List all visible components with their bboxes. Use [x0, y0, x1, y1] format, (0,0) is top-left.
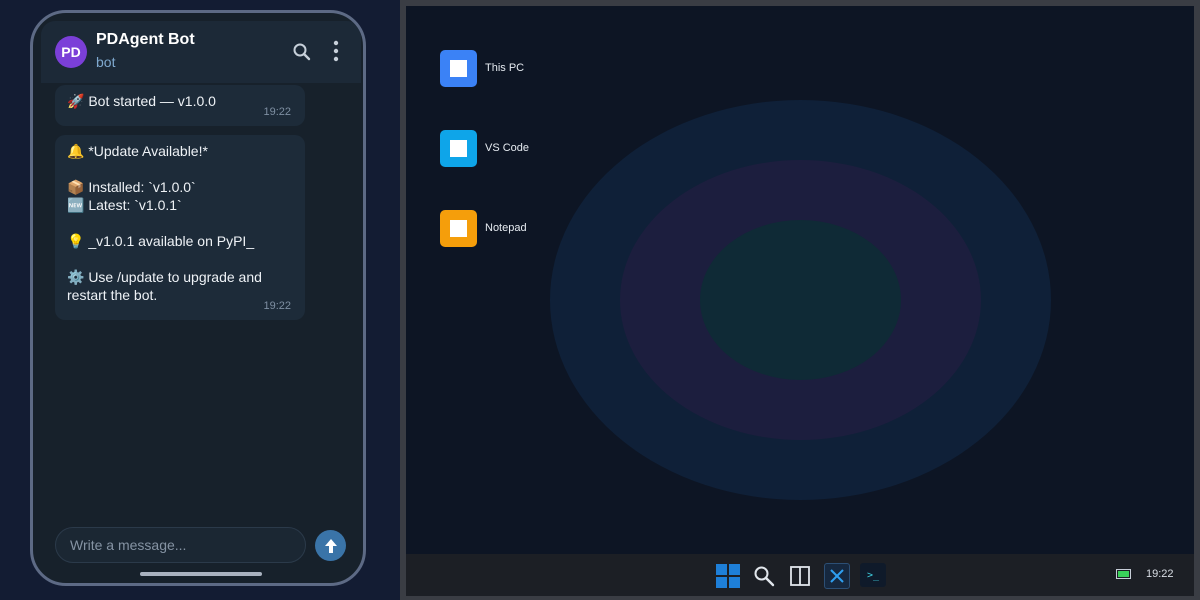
message-line [67, 250, 293, 268]
message-bubble[interactable]: 🔔 *Update Available!* 📦 Installed: `v1.0… [55, 135, 305, 320]
wallpaper-ring-inner [700, 220, 901, 380]
home-indicator[interactable] [140, 572, 262, 576]
search-icon[interactable] [291, 41, 313, 63]
message-line: 🆕 Latest: `v1.0.1` [67, 197, 182, 213]
desktop-icon-label: VS Code [485, 142, 530, 154]
chat-header: PD PDAgent Bot bot [41, 21, 361, 83]
desktop-icon-vs-code[interactable]: VS Code [440, 130, 590, 168]
taskbar-clock[interactable]: 19:22 [1146, 568, 1174, 580]
message-line [67, 160, 293, 178]
message-line: ⚙️ Use /update to upgrade and restart th… [67, 269, 266, 303]
more-vertical-icon[interactable] [333, 39, 339, 65]
code-editor-icon [440, 130, 477, 167]
message-composer [55, 527, 306, 563]
message-line: 💡 _v1.0.1 available on PyPI_ [67, 233, 255, 249]
desktop-icon-notepad[interactable]: Notepad [440, 210, 590, 248]
task-view-icon[interactable] [788, 564, 812, 588]
message-time: 19:22 [263, 300, 291, 312]
terminal-icon[interactable]: >_ [860, 563, 886, 587]
start-icon[interactable] [716, 564, 740, 588]
message-bubble[interactable]: 🚀 Bot started — v1.0.0 19:22 [55, 85, 305, 126]
chat-title[interactable]: PDAgent Bot [96, 31, 195, 49]
send-arrow-icon [324, 538, 337, 553]
message-line: 🚀 Bot started — v1.0.0 [67, 93, 216, 109]
taskbar: >_ 19:22 [406, 554, 1194, 596]
message-line [67, 214, 293, 232]
code-editor-icon[interactable] [824, 563, 850, 589]
message-input[interactable] [56, 528, 305, 562]
chat-status: bot [96, 54, 116, 70]
desktop-icon-this-pc[interactable]: This PC [440, 50, 590, 88]
notepad-icon [440, 210, 477, 247]
computer-icon [440, 50, 477, 87]
message-line: 📦 Installed: `v1.0.0` [67, 179, 196, 195]
phone-frame: PD PDAgent Bot bot 🚀 Bot started — v1.0.… [30, 10, 366, 586]
search-icon[interactable] [752, 564, 776, 588]
bot-avatar[interactable]: PD [55, 36, 87, 68]
message-time: 19:22 [263, 106, 291, 118]
desktop-icon-label: This PC [485, 62, 525, 74]
desktop: This PC VS Code Notepad [406, 6, 1194, 554]
message-line: 🔔 *Update Available!* [67, 143, 208, 159]
send-button[interactable] [315, 530, 346, 561]
battery-icon[interactable] [1116, 569, 1131, 579]
close-x-glyph [830, 569, 844, 583]
desktop-icon-label: Notepad [485, 222, 527, 234]
